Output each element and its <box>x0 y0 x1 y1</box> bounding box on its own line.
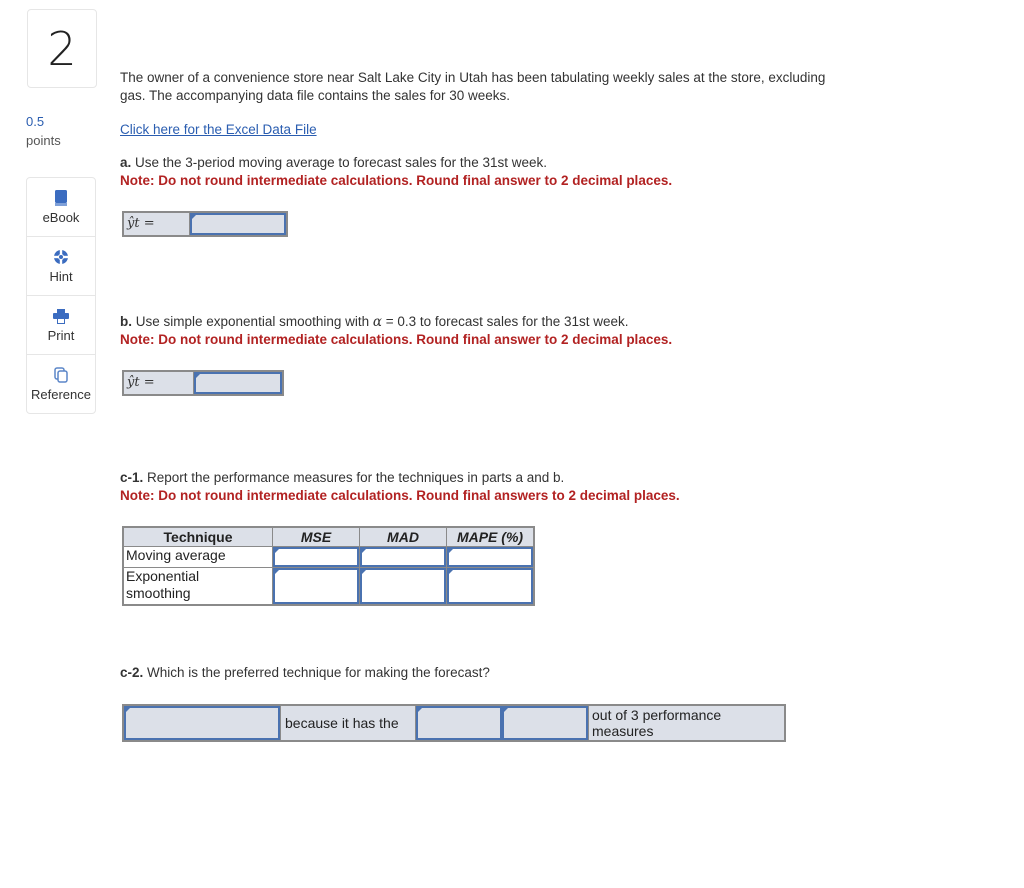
excel-data-link[interactable]: Click here for the Excel Data File <box>120 122 317 137</box>
header-technique: Technique <box>122 526 273 547</box>
intro-line-2: gas. The accompanying data file contains… <box>120 88 510 103</box>
hint-button[interactable]: Hint <box>27 237 95 296</box>
part-b-text-post: = 0.3 to forecast sales for the 31st wee… <box>382 314 629 329</box>
technique-moving-average: Moving average <box>122 546 273 568</box>
es-mse-input[interactable] <box>273 568 359 604</box>
part-a-note: Note: Do not round intermediate calculat… <box>120 173 673 188</box>
intro-text: The owner of a convenience store near Sa… <box>120 69 825 105</box>
reference-button[interactable]: Reference <box>27 355 95 413</box>
points-label: points <box>26 133 61 148</box>
part-c1-label: c-1. <box>120 470 144 485</box>
intro-line-1: The owner of a convenience store near Sa… <box>120 70 826 85</box>
print-label: Print <box>47 328 75 343</box>
ma-mse-input[interactable] <box>273 547 359 567</box>
part-b-text-pre: Use simple exponential smoothing with <box>132 314 373 329</box>
count-select[interactable] <box>502 706 588 740</box>
part-b-prompt: b. Use simple exponential smoothing with… <box>120 313 672 349</box>
header-mape: MAPE (%) <box>446 526 535 547</box>
ebook-button[interactable]: eBook <box>27 178 95 237</box>
part-b-label: b. <box>120 314 132 329</box>
es-mape-input[interactable] <box>447 568 533 604</box>
part-a-answer-row: ŷt = <box>122 211 288 237</box>
part-a-forecast-input[interactable] <box>190 213 286 235</box>
part-a-text: Use the 3-period moving average to forec… <box>131 155 547 170</box>
table-row: Moving average <box>122 546 535 568</box>
printer-icon <box>53 307 69 325</box>
because-text: because it has the <box>280 706 416 740</box>
yhat-label: ŷt = <box>124 213 190 235</box>
out-of-line-1: out of 3 performance <box>592 707 722 723</box>
table-header-row: Technique MSE MAD MAPE (%) <box>122 526 535 547</box>
ma-mad-input[interactable] <box>360 547 446 567</box>
ma-mape-input[interactable] <box>447 547 533 567</box>
part-b-answer-row: ŷt = <box>122 370 284 396</box>
part-c1-text: Report the performance measures for the … <box>143 470 565 485</box>
alpha-symbol: α <box>372 314 382 330</box>
part-b-note: Note: Do not round intermediate calculat… <box>120 332 673 347</box>
table-row: Exponential smoothing <box>122 567 535 606</box>
yhat-label: ŷt = <box>124 372 194 394</box>
part-c2-text: Which is the preferred technique for mak… <box>143 665 490 680</box>
out-of-text: out of 3 performance measures <box>588 706 784 740</box>
copy-icon <box>54 366 68 384</box>
comparison-select[interactable] <box>416 706 502 740</box>
points-value: 0.5 <box>26 114 45 129</box>
print-button[interactable]: Print <box>27 296 95 355</box>
technique-exponential-smoothing: Exponential smoothing <box>122 567 273 606</box>
part-a-label: a. <box>120 155 132 170</box>
part-c2-prompt: c-2. Which is the preferred technique fo… <box>120 664 490 682</box>
out-of-line-2: measures <box>592 723 654 739</box>
header-mad: MAD <box>359 526 447 547</box>
es-mad-input[interactable] <box>360 568 446 604</box>
tools-panel: eBook Hint Print Reference <box>26 177 96 414</box>
preferred-technique-select[interactable] <box>124 706 280 740</box>
ebook-label: eBook <box>42 210 80 225</box>
technique-line-2: smoothing <box>126 585 191 601</box>
part-a-prompt: a. Use the 3-period moving average to fo… <box>120 154 672 190</box>
hint-label: Hint <box>49 269 73 284</box>
performance-table: Technique MSE MAD MAPE (%) Moving averag… <box>122 526 535 606</box>
header-mse: MSE <box>272 526 360 547</box>
book-icon <box>54 189 68 207</box>
part-c2-label: c-2. <box>120 665 144 680</box>
reference-label: Reference <box>31 387 91 402</box>
lifebuoy-icon <box>53 248 69 266</box>
technique-line-1: Exponential <box>126 568 200 584</box>
question-number: 2 <box>27 9 97 88</box>
part-c2-answer-row: because it has the out of 3 performance … <box>122 704 786 742</box>
part-c1-prompt: c-1. Report the performance measures for… <box>120 469 680 505</box>
part-c1-note: Note: Do not round intermediate calculat… <box>120 488 680 503</box>
part-b-forecast-input[interactable] <box>194 372 282 394</box>
